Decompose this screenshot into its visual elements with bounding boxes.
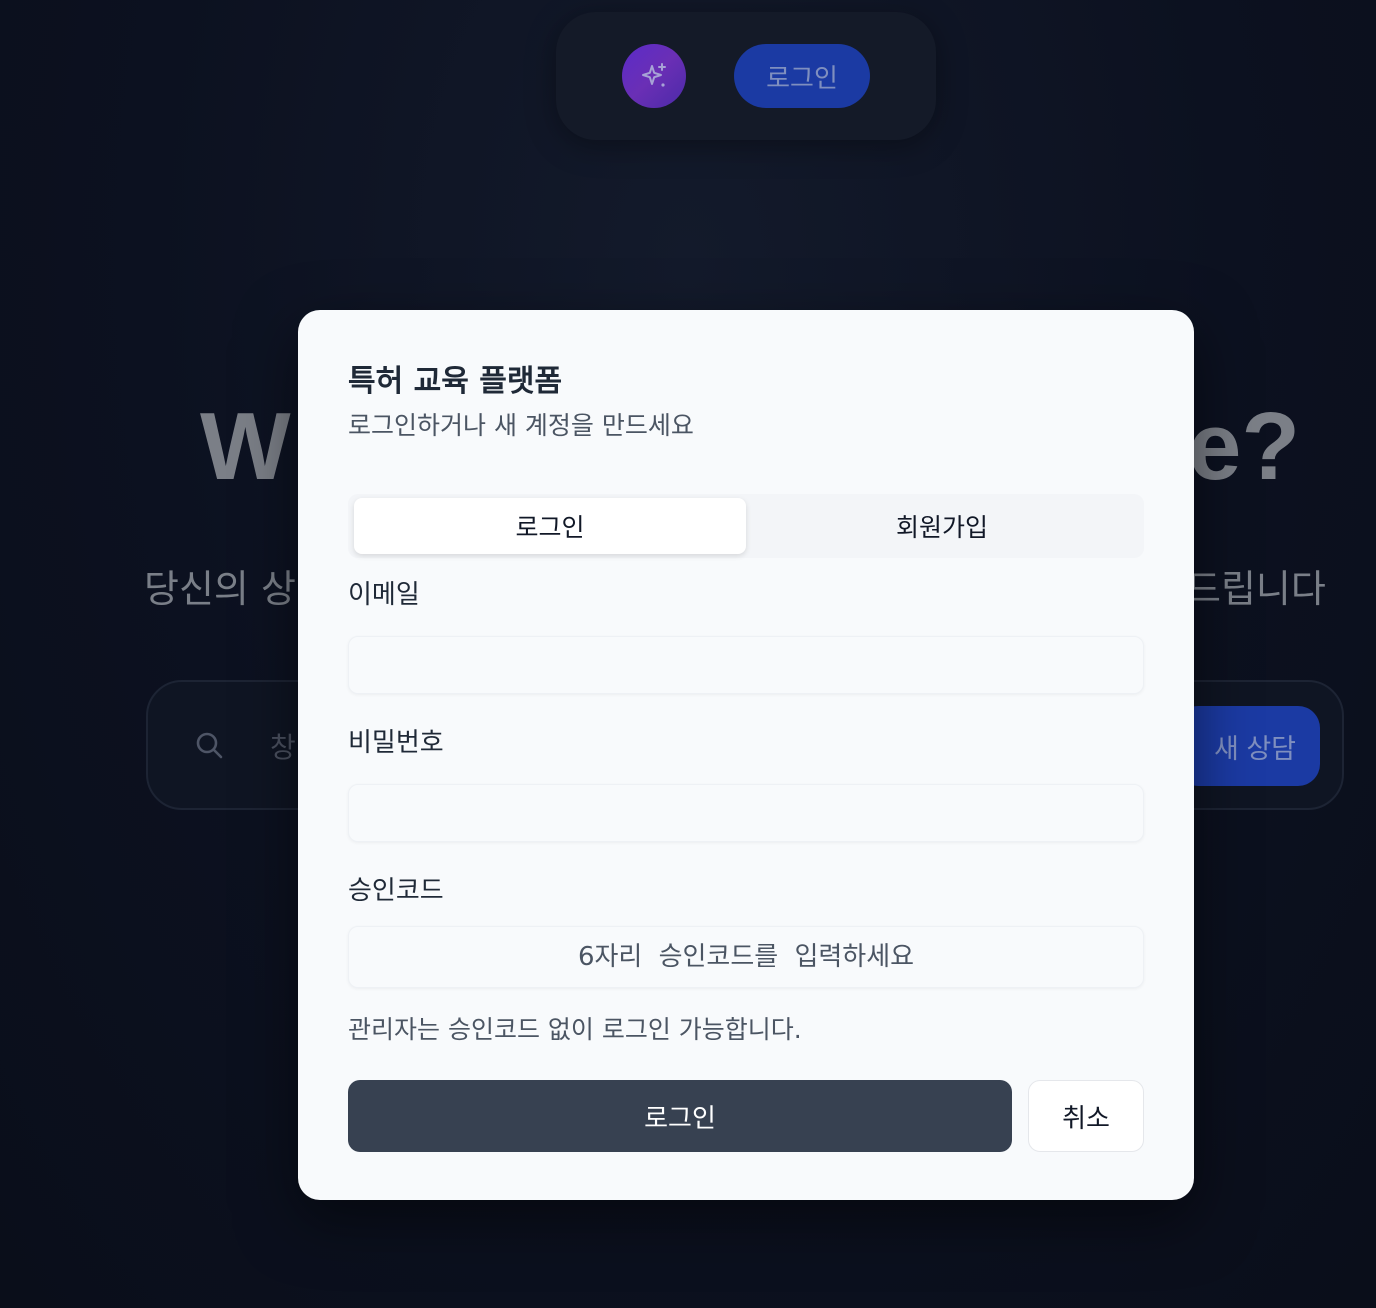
sparkles-button[interactable] (622, 44, 686, 108)
password-label: 비밀번호 (348, 728, 444, 758)
modal-description: 로그인하거나 새 계정을 만드세요 (348, 411, 694, 440)
admin-hint-text: 관리자는 승인코드 없이 로그인 가능합니다. (348, 1015, 802, 1044)
new-chat-button[interactable]: 새 상담 (1176, 706, 1320, 786)
approval-code-field[interactable] (348, 926, 1144, 988)
modal-title: 특허 교육 플랫폼 (348, 364, 563, 399)
auth-tabs: 로그인 회원가입 (348, 494, 1144, 558)
password-field[interactable] (348, 784, 1144, 842)
login-submit-button[interactable]: 로그인 (348, 1080, 1012, 1152)
hero-title-right-fragment: e? (1188, 393, 1301, 500)
email-label: 이메일 (348, 580, 420, 610)
sparkles-icon (642, 63, 666, 87)
login-modal: 특허 교육 플랫폼 로그인하거나 새 계정을 만드세요 로그인 회원가입 이메일… (298, 310, 1194, 1200)
hero-title-left-fragment: W (200, 393, 291, 500)
header-login-button[interactable]: 로그인 (734, 44, 870, 108)
search-icon (196, 732, 223, 759)
cancel-button[interactable]: 취소 (1028, 1080, 1144, 1152)
tab-login[interactable]: 로그인 (354, 498, 746, 554)
search-placeholder: 창 (270, 731, 296, 764)
email-field[interactable] (348, 636, 1144, 694)
hero-subtitle-right-fragment: 드립니다 (1186, 567, 1326, 611)
hero-subtitle-left-fragment: 당신의 상 (144, 567, 296, 611)
approval-code-label: 승인코드 (348, 876, 444, 906)
tab-signup[interactable]: 회원가입 (746, 498, 1138, 554)
